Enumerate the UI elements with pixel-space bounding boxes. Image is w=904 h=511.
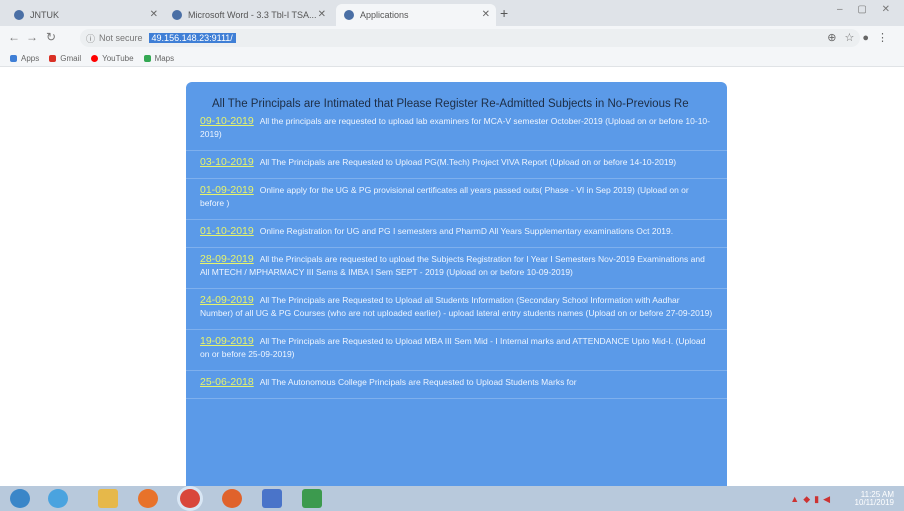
notice-date-link[interactable]: 19-09-2019 xyxy=(200,335,254,347)
notice-item: 03-10-2019 All The Principals are Request… xyxy=(186,151,727,179)
word-icon[interactable] xyxy=(262,489,282,508)
firefox-icon[interactable] xyxy=(222,489,242,508)
notice-text: All The Principals are Requested to Uplo… xyxy=(200,295,713,318)
windows-taskbar: ▲◆▮◀ 11:25 AM 10/11/2019 xyxy=(0,486,904,511)
notice-date-link[interactable]: 25-06-2018 xyxy=(200,376,254,388)
notice-date-link[interactable]: 03-10-2019 xyxy=(200,156,254,168)
globe-icon xyxy=(14,10,24,20)
tab-label: JNTUK xyxy=(30,10,59,20)
scrolling-announcement: All The Principals are Intimated that Pl… xyxy=(212,98,689,110)
file-explorer-icon[interactable] xyxy=(98,489,118,508)
notice-date-link[interactable]: 01-10-2019 xyxy=(200,225,254,237)
globe-icon xyxy=(344,10,354,20)
tab-label: Applications xyxy=(360,10,409,20)
internet-explorer-icon[interactable] xyxy=(48,489,68,508)
notice-date-link[interactable]: 24-09-2019 xyxy=(200,294,254,306)
bookmark-label: Maps xyxy=(154,53,175,63)
notice-text: All the Principals are requested to uplo… xyxy=(200,254,705,277)
security-label: Not secure xyxy=(99,33,143,43)
system-clock[interactable]: 11:25 AM 10/11/2019 xyxy=(855,491,894,507)
notice-item: 24-09-2019 All The Principals are Request… xyxy=(186,289,727,330)
forward-icon[interactable]: → xyxy=(26,30,38,44)
bookmark-label: Apps xyxy=(21,53,40,63)
notice-item: 01-10-2019 Online Registration for UG and… xyxy=(186,220,727,248)
close-icon[interactable]: ✕ xyxy=(482,9,490,20)
back-icon[interactable]: ← xyxy=(8,30,20,44)
info-icon[interactable]: ⓘ xyxy=(86,32,95,45)
apps-icon xyxy=(10,54,17,62)
window-controls[interactable]: – ▢ ✕ xyxy=(837,4,896,15)
bookmark-gmail[interactable]: Gmail xyxy=(49,54,81,63)
bookmark-label: Gmail xyxy=(60,53,82,63)
close-icon[interactable]: ✕ xyxy=(150,9,158,20)
notice-item: 28-09-2019 All the Principals are request… xyxy=(186,248,727,289)
bookmark-label: YouTube xyxy=(102,53,134,63)
system-tray-icons[interactable]: ▲◆▮◀ xyxy=(790,494,834,505)
new-tab-button[interactable]: + xyxy=(500,5,508,21)
maps-icon xyxy=(143,54,151,62)
notice-date-link[interactable]: 09-10-2019 xyxy=(200,115,254,127)
url-text[interactable]: 49.156.148.23:9111/ xyxy=(148,33,236,43)
notice-text: All The Autonomous College Principals ar… xyxy=(259,377,577,387)
start-button-icon[interactable] xyxy=(10,489,30,508)
toolbar-icons[interactable]: ⊕☆●⋮ xyxy=(827,31,896,44)
address-bar[interactable]: ⓘ Not secure 49.156.148.23:9111/ xyxy=(80,29,860,47)
close-icon[interactable]: ✕ xyxy=(318,9,326,20)
notice-text: All The Principals are Requested to Uplo… xyxy=(200,336,706,359)
notice-date-link[interactable]: 01-09-2019 xyxy=(200,184,254,196)
chrome-icon[interactable] xyxy=(180,489,200,508)
reload-icon[interactable]: ↻ xyxy=(46,30,56,44)
media-player-icon[interactable] xyxy=(138,489,158,508)
clock-date: 10/11/2019 xyxy=(854,498,894,507)
notice-item: 01-09-2019 Online apply for the UG & PG p… xyxy=(186,179,727,220)
youtube-icon xyxy=(91,54,99,62)
notice-panel: All The Principals are Intimated that Pl… xyxy=(186,82,727,486)
notice-list: 09-10-2019 All the principals are request… xyxy=(186,110,727,399)
gmail-icon xyxy=(49,54,57,62)
tab-word[interactable]: Microsoft Word - 3.3 Tbl-I TSA... ✕ xyxy=(172,4,332,26)
notice-item: 25-06-2018 All The Autonomous College Pri… xyxy=(186,371,727,399)
bookmark-apps[interactable]: Apps xyxy=(10,54,39,63)
tab-jntuk[interactable]: JNTUK ✕ xyxy=(14,4,164,26)
bookmark-youtube[interactable]: YouTube xyxy=(91,53,134,63)
excel-icon[interactable] xyxy=(302,489,322,508)
browser-toolbar: ← → ↻ ⓘ Not secure 49.156.148.23:9111/ ⊕… xyxy=(0,26,904,50)
tab-label: Microsoft Word - 3.3 Tbl-I TSA... xyxy=(188,10,317,20)
bookmarks-bar: Apps Gmail YouTube Maps xyxy=(0,50,904,67)
notice-date-link[interactable]: 28-09-2019 xyxy=(200,253,254,265)
notice-text: Online apply for the UG & PG provisional… xyxy=(200,185,689,208)
notice-text: All The Principals are Requested to Uplo… xyxy=(259,157,677,167)
tab-applications[interactable]: Applications ✕ xyxy=(336,4,496,26)
bookmark-maps[interactable]: Maps xyxy=(143,53,175,63)
browser-tab-strip: JNTUK ✕ Microsoft Word - 3.3 Tbl-I TSA..… xyxy=(0,0,904,26)
notice-item: 09-10-2019 All the principals are request… xyxy=(186,110,727,151)
notice-text: Online Registration for UG and PG I seme… xyxy=(259,226,674,236)
notice-text: All the principals are requested to uplo… xyxy=(200,116,710,139)
globe-icon xyxy=(172,10,182,20)
notice-item: 19-09-2019 All The Principals are Request… xyxy=(186,330,727,371)
